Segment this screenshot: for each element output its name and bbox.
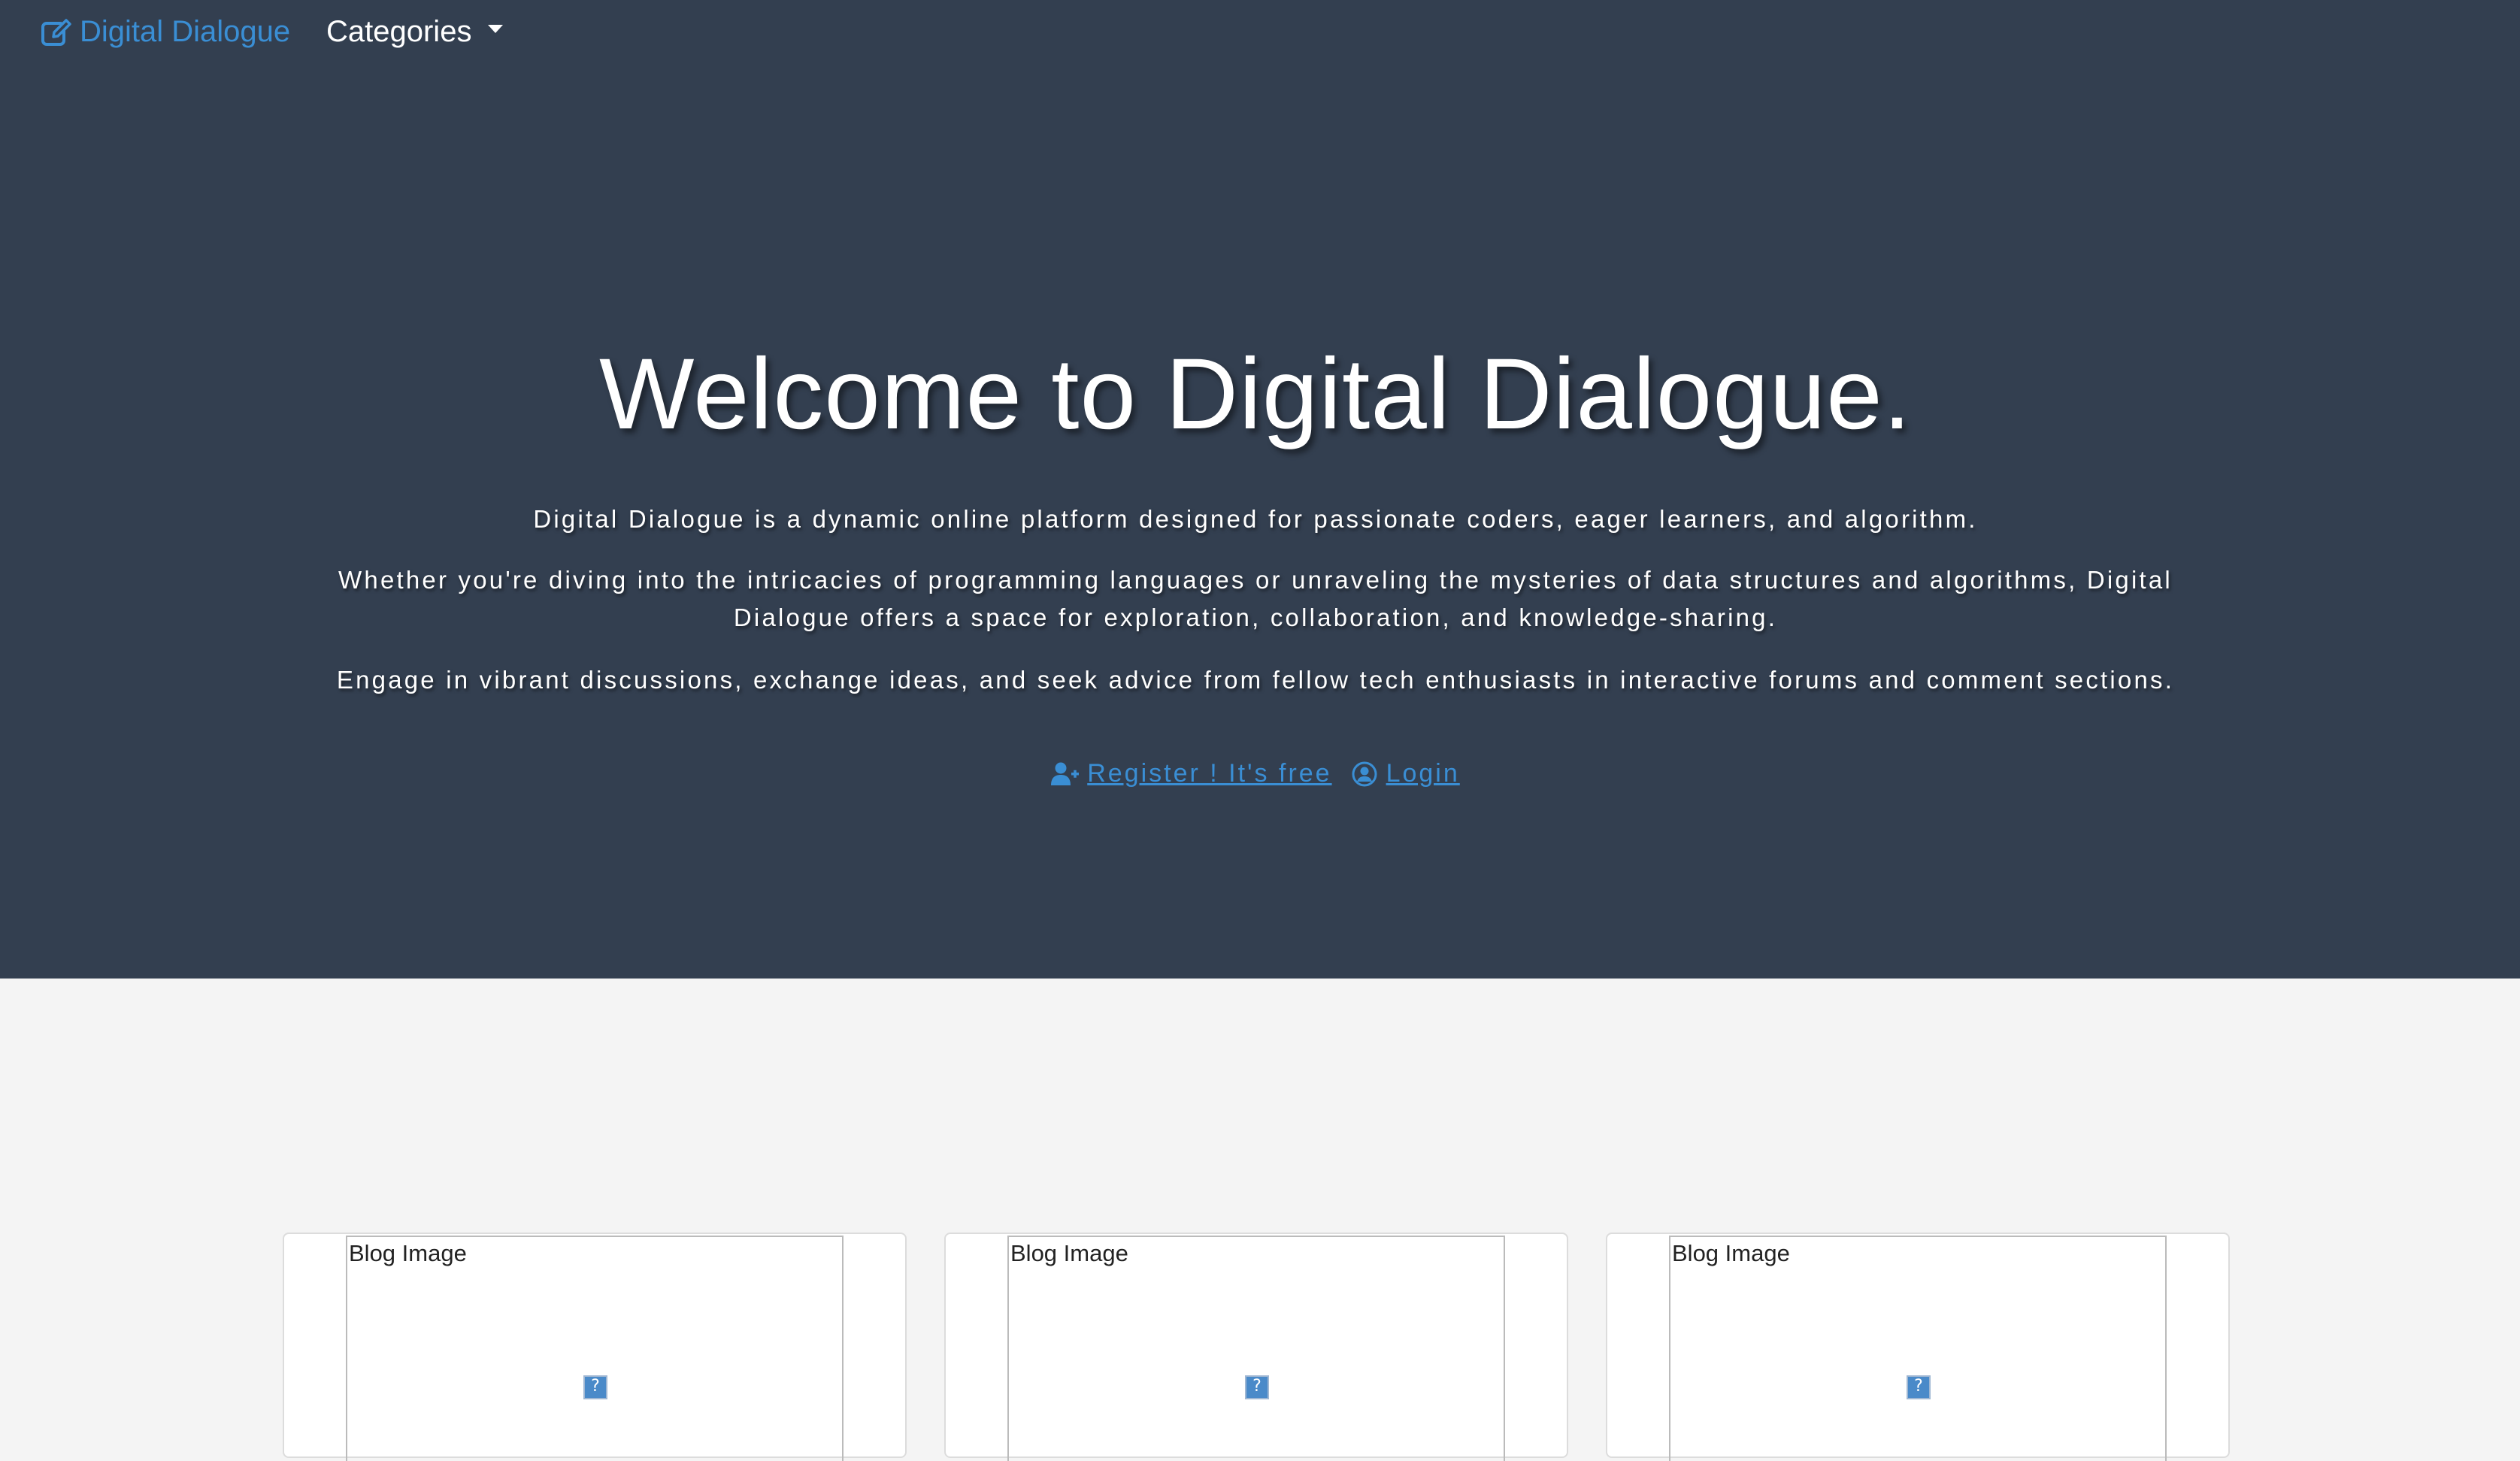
broken-image-icon: ? xyxy=(1245,1375,1269,1399)
broken-image-icon: ? xyxy=(583,1375,607,1399)
blog-image-alt: Blog Image xyxy=(1672,1240,1790,1266)
user-plus-icon xyxy=(1051,762,1080,785)
blog-card[interactable]: Blog Image ? xyxy=(283,1233,907,1461)
brand-link[interactable]: Digital Dialogue xyxy=(41,15,290,49)
blog-card[interactable]: Blog Image ? xyxy=(944,1233,1568,1461)
hero-paragraph-details: Whether you're diving into the intricaci… xyxy=(338,566,2173,631)
blog-image: Blog Image ? xyxy=(346,1236,844,1461)
categories-label: Categories xyxy=(326,15,472,48)
brand-name: Digital Dialogue xyxy=(80,15,291,48)
hero-title: Welcome to Digital Dialogue. xyxy=(599,338,1912,450)
user-circle-icon xyxy=(1352,761,1377,786)
hero-section: Digital Dialogue Categories Welcome to D… xyxy=(0,0,2520,979)
navbar: Digital Dialogue Categories xyxy=(0,0,2520,68)
broken-image-icon: ? xyxy=(1907,1375,1931,1399)
blog-image: Blog Image ? xyxy=(1007,1236,1505,1461)
caret-down-icon xyxy=(488,25,504,33)
login-label: Login xyxy=(1386,759,1460,788)
hero-paragraph-intro: Digital Dialogue is a dynamic online pla… xyxy=(533,505,1978,533)
register-link[interactable]: Register ! It's free xyxy=(1051,759,1331,788)
categories-dropdown[interactable]: Categories xyxy=(326,15,504,49)
cta-links: Register ! It's free Login xyxy=(0,759,2511,788)
blog-image: Blog Image ? xyxy=(1669,1236,2167,1461)
register-label: Register ! It's free xyxy=(1087,759,1332,788)
edit-square-icon xyxy=(41,18,71,46)
blog-image-alt: Blog Image xyxy=(1010,1240,1128,1266)
login-link[interactable]: Login xyxy=(1350,759,1460,788)
hero-paragraph-engage: Engage in vibrant discussions, exchange … xyxy=(336,666,2175,694)
blog-card[interactable]: Blog Image ? xyxy=(1606,1233,2230,1461)
blog-card-list: Blog Image ? Blog Image ? Blog Image ? xyxy=(0,1233,2520,1461)
blog-image-alt: Blog Image xyxy=(349,1240,467,1266)
